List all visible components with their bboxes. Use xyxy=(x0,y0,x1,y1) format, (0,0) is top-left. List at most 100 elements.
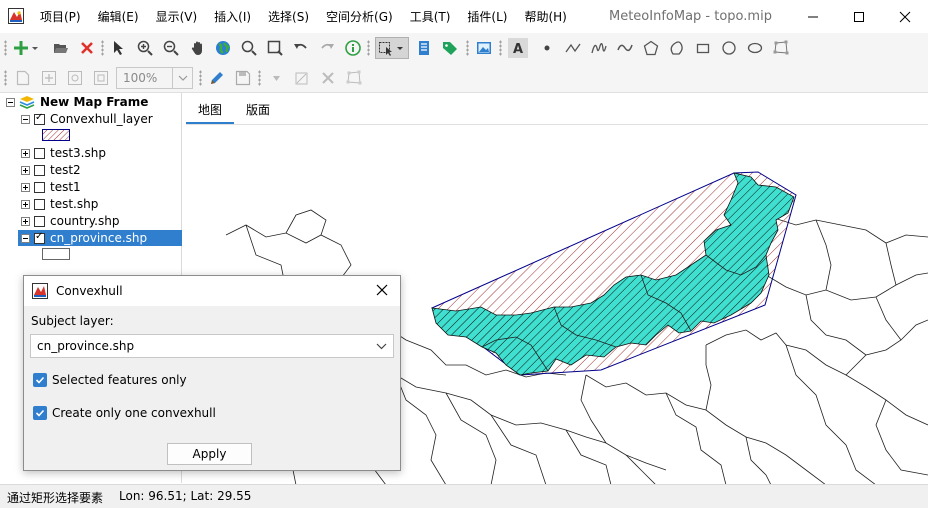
edit-vertices-button[interactable] xyxy=(771,38,791,58)
toolbar-grip[interactable] xyxy=(499,40,502,56)
menu-insert[interactable]: 插入(I) xyxy=(214,8,251,25)
maximize-button[interactable] xyxy=(836,0,882,33)
toolbar-grip[interactable] xyxy=(4,40,7,56)
save-icon xyxy=(235,70,251,86)
full-extent-button[interactable] xyxy=(213,38,233,58)
layer-node-country[interactable]: country.shp xyxy=(21,213,119,229)
text-tool-button[interactable]: A xyxy=(508,38,528,58)
rectangle-tool-button[interactable] xyxy=(693,38,713,58)
toolbar-grip[interactable] xyxy=(466,40,469,56)
collapse-toggle[interactable] xyxy=(6,97,15,107)
save-edits-button[interactable] xyxy=(233,68,253,88)
layer-visibility-checkbox[interactable] xyxy=(34,164,45,176)
layer-visibility-checkbox[interactable] xyxy=(34,215,45,227)
layer-visibility-checkbox[interactable] xyxy=(34,181,45,193)
point-tool-button[interactable] xyxy=(537,38,557,58)
zoom-out-button[interactable] xyxy=(161,38,181,58)
circle-tool-button[interactable] xyxy=(719,38,739,58)
apply-button[interactable]: Apply xyxy=(167,443,252,465)
map-frame-node[interactable]: New Map Frame xyxy=(6,94,148,110)
polyline-tool-button[interactable] xyxy=(563,38,583,58)
toolbar-grip[interactable] xyxy=(4,70,7,86)
add-layer-button[interactable] xyxy=(13,38,41,58)
edit-feature-vertices-button[interactable] xyxy=(344,68,364,88)
hand-icon xyxy=(191,41,202,55)
curve-polygon-tool-button[interactable] xyxy=(667,38,687,58)
layer-node-convexhull[interactable]: Convexhull_layer xyxy=(21,111,153,127)
layer-node-test3[interactable]: test3.shp xyxy=(21,145,106,161)
polygon-icon xyxy=(643,40,659,56)
page-zoom-select[interactable]: 100% xyxy=(116,67,193,89)
menu-tools[interactable]: 工具(T) xyxy=(410,8,451,25)
layer-node-test1[interactable]: test1 xyxy=(21,179,81,195)
undo-button[interactable] xyxy=(291,38,311,58)
freehand-tool-button[interactable] xyxy=(589,38,609,58)
layer-visibility-checkbox[interactable] xyxy=(34,112,45,125)
edit-layer-button[interactable] xyxy=(207,68,227,88)
layer-visibility-checkbox[interactable] xyxy=(34,231,45,244)
minimize-button[interactable] xyxy=(790,0,836,33)
open-project-button[interactable] xyxy=(51,38,71,58)
rectangle-icon xyxy=(696,43,710,54)
layer-visibility-checkbox[interactable] xyxy=(34,198,45,210)
tab-map-view[interactable]: 地图 xyxy=(186,96,234,124)
menu-view[interactable]: 显示(V) xyxy=(156,8,198,25)
new-feature-button[interactable] xyxy=(292,68,312,88)
menu-select[interactable]: 选择(S) xyxy=(268,8,309,25)
pan-button[interactable] xyxy=(188,38,208,58)
picture-button[interactable] xyxy=(474,38,494,58)
menu-plugins[interactable]: 插件(L) xyxy=(467,8,507,25)
table-icon xyxy=(419,41,429,55)
dialog-close-icon[interactable] xyxy=(374,282,390,298)
selected-features-checkbox[interactable] xyxy=(33,373,47,387)
globe-icon xyxy=(216,41,230,55)
zoom-in-button[interactable] xyxy=(135,38,155,58)
layer-visibility-checkbox[interactable] xyxy=(34,147,45,159)
label-button[interactable] xyxy=(440,38,460,58)
delete-feature-button[interactable] xyxy=(318,68,338,88)
attribute-table-button[interactable] xyxy=(414,38,434,58)
toolbar-grip[interactable] xyxy=(101,40,104,56)
toolbar-grip[interactable] xyxy=(367,40,370,56)
close-window-button[interactable] xyxy=(882,0,928,33)
toolbar-grip[interactable] xyxy=(258,70,261,86)
collapse-toggle[interactable] xyxy=(21,233,30,243)
zoom-to-layer-button[interactable] xyxy=(239,38,259,58)
page-zoom-out-button[interactable] xyxy=(65,68,85,88)
expand-toggle[interactable] xyxy=(21,199,30,209)
polygon-tool-button[interactable] xyxy=(641,38,661,58)
menu-spatial-analysis[interactable]: 空间分析(G) xyxy=(326,8,393,25)
menu-help[interactable]: 帮助(H) xyxy=(524,8,566,25)
select-features-dropdown[interactable] xyxy=(375,37,409,59)
single-convexhull-checkbox[interactable] xyxy=(33,406,47,420)
zoom-rect-icon xyxy=(267,40,283,56)
ellipse-tool-button[interactable] xyxy=(745,38,765,58)
zoom-out-icon xyxy=(163,40,179,56)
toolbar-grip[interactable] xyxy=(199,70,202,86)
select-edit-feature-button[interactable] xyxy=(266,68,286,88)
checkmark-icon xyxy=(35,376,45,384)
layer-node-test[interactable]: test.shp xyxy=(21,196,98,212)
zoom-rect-button[interactable] xyxy=(265,38,285,58)
expand-toggle[interactable] xyxy=(21,182,30,192)
select-tool-button[interactable] xyxy=(109,38,129,58)
collapse-toggle[interactable] xyxy=(21,114,30,124)
curve-tool-button[interactable] xyxy=(615,38,635,58)
layer-node-cn-province[interactable]: cn_province.shp xyxy=(21,230,147,246)
layer-node-test2[interactable]: test2 xyxy=(21,162,81,178)
remove-layer-button[interactable] xyxy=(77,38,97,58)
dialog-title-bar[interactable]: Convexhull xyxy=(24,276,400,306)
expand-toggle[interactable] xyxy=(21,148,30,158)
expand-toggle[interactable] xyxy=(21,165,30,175)
identify-button[interactable] xyxy=(343,38,363,58)
menu-project[interactable]: 项目(P) xyxy=(40,8,81,25)
tab-layout-view[interactable]: 版面 xyxy=(234,96,282,124)
expand-toggle[interactable] xyxy=(21,216,30,226)
layers-stack-icon xyxy=(19,96,35,109)
menu-edit[interactable]: 编辑(E) xyxy=(98,8,139,25)
page-setup-button[interactable] xyxy=(13,68,33,88)
fit-page-button[interactable] xyxy=(91,68,111,88)
subject-layer-select[interactable]: cn_province.shp xyxy=(30,334,394,358)
page-zoom-in-button[interactable] xyxy=(39,68,59,88)
redo-button[interactable] xyxy=(317,38,337,58)
